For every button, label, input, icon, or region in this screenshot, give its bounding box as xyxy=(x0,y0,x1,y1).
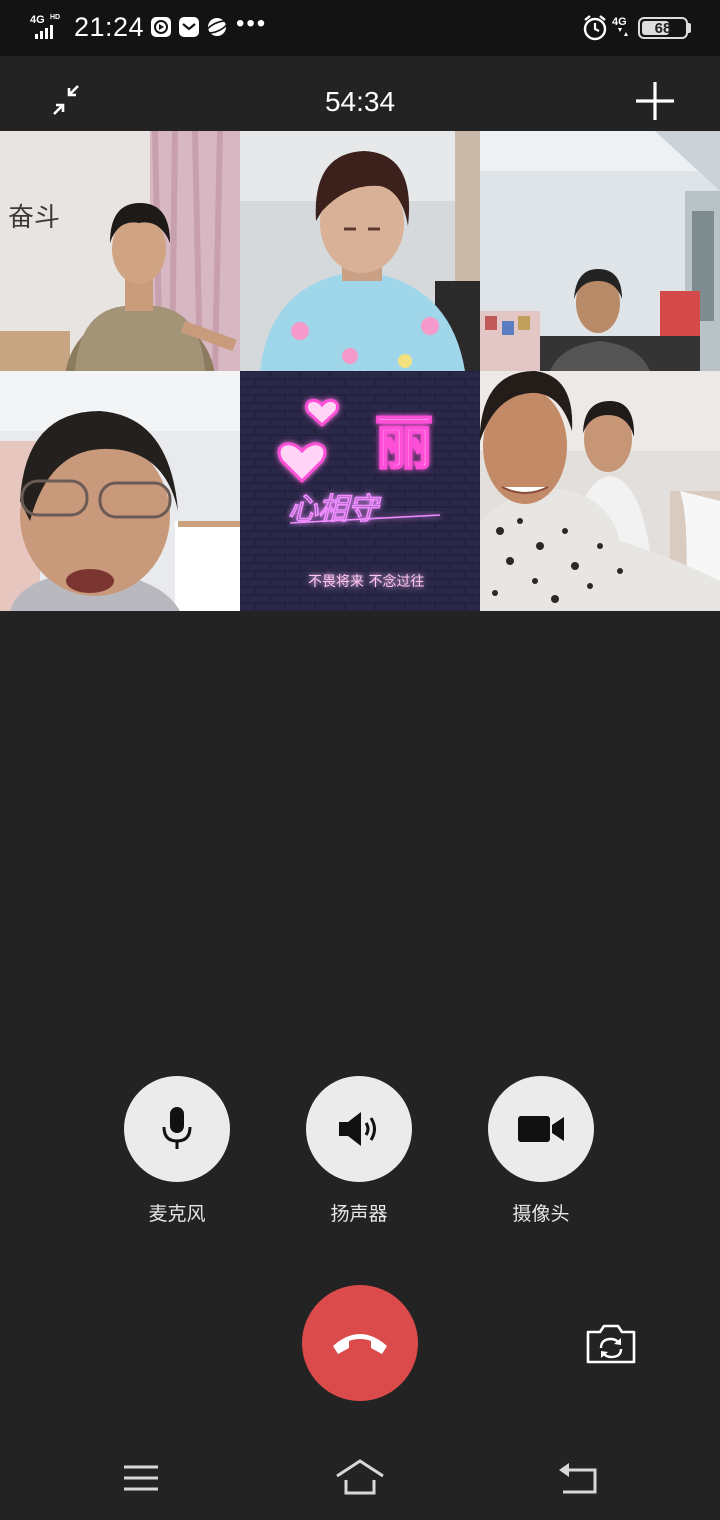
video-tile-participant-1[interactable]: 奋斗 xyxy=(0,131,240,371)
battery-level: 68 xyxy=(654,19,672,37)
video-camera-icon xyxy=(518,1116,564,1142)
microphone-label: 麦克风 xyxy=(148,1203,206,1225)
avatar-title: 丽 xyxy=(375,409,433,477)
browser-icon xyxy=(206,18,228,36)
hang-up-button[interactable] xyxy=(302,1285,418,1401)
camera-button[interactable] xyxy=(488,1076,594,1182)
speaker-icon xyxy=(339,1112,376,1146)
video-grid: 奋斗 丽 心相守 不畏将来 不念过往 xyxy=(0,131,720,611)
secondary-network-icon: 4G xyxy=(612,16,628,36)
speaker-label: 扬声器 xyxy=(330,1203,388,1225)
message-icon xyxy=(179,17,199,37)
status-bar: 4G HD 21:24 ••• 4G 68 xyxy=(0,0,720,56)
status-time: 21:24 xyxy=(74,12,145,42)
menu-icon[interactable] xyxy=(121,1462,161,1494)
participant-2-video xyxy=(240,131,480,371)
participant-1-video: 奋斗 xyxy=(0,131,240,371)
video-tile-participant-3[interactable] xyxy=(480,131,720,371)
microphone-button[interactable] xyxy=(124,1076,230,1182)
secondary-network-label: 4G xyxy=(612,16,627,28)
video-tile-participant-2[interactable] xyxy=(240,131,480,371)
wall-text: 奋斗 xyxy=(8,203,60,233)
alarm-icon xyxy=(583,15,607,41)
participant-5-avatar: 丽 心相守 不畏将来 不念过往 xyxy=(240,371,480,611)
video-tile-participant-5[interactable]: 丽 心相守 不畏将来 不念过往 xyxy=(240,371,480,611)
network-label: 4G xyxy=(30,14,45,26)
battery-icon: 68 xyxy=(638,17,688,39)
speaker-control: 扬声器 xyxy=(306,1076,412,1226)
battery-tip xyxy=(688,23,691,33)
call-header: 54:34 xyxy=(0,56,720,131)
microphone-icon xyxy=(162,1107,192,1149)
switch-camera-icon[interactable] xyxy=(585,1322,637,1366)
camera-control: 摄像头 xyxy=(488,1076,594,1226)
more-notifications-icon: ••• xyxy=(236,10,268,37)
network-hd-label: HD xyxy=(50,14,60,21)
home-icon[interactable] xyxy=(334,1458,386,1496)
camera-label: 摄像头 xyxy=(512,1203,570,1225)
hang-up-icon xyxy=(333,1334,387,1354)
participant-3-video xyxy=(480,131,720,371)
signal-icon: 4G HD xyxy=(30,14,60,39)
call-timer: 54:34 xyxy=(324,86,396,117)
participant-6-video xyxy=(480,371,720,611)
back-icon[interactable] xyxy=(557,1460,601,1496)
video-tile-participant-6[interactable] xyxy=(480,371,720,611)
avatar-slogan: 不畏将来 不念过往 xyxy=(308,573,424,590)
speaker-button[interactable] xyxy=(306,1076,412,1182)
participant-4-video xyxy=(0,371,240,611)
video-tile-participant-4[interactable] xyxy=(0,371,240,611)
video-app-icon xyxy=(151,17,171,37)
microphone-control: 麦克风 xyxy=(124,1076,230,1226)
plus-icon[interactable] xyxy=(632,78,678,124)
